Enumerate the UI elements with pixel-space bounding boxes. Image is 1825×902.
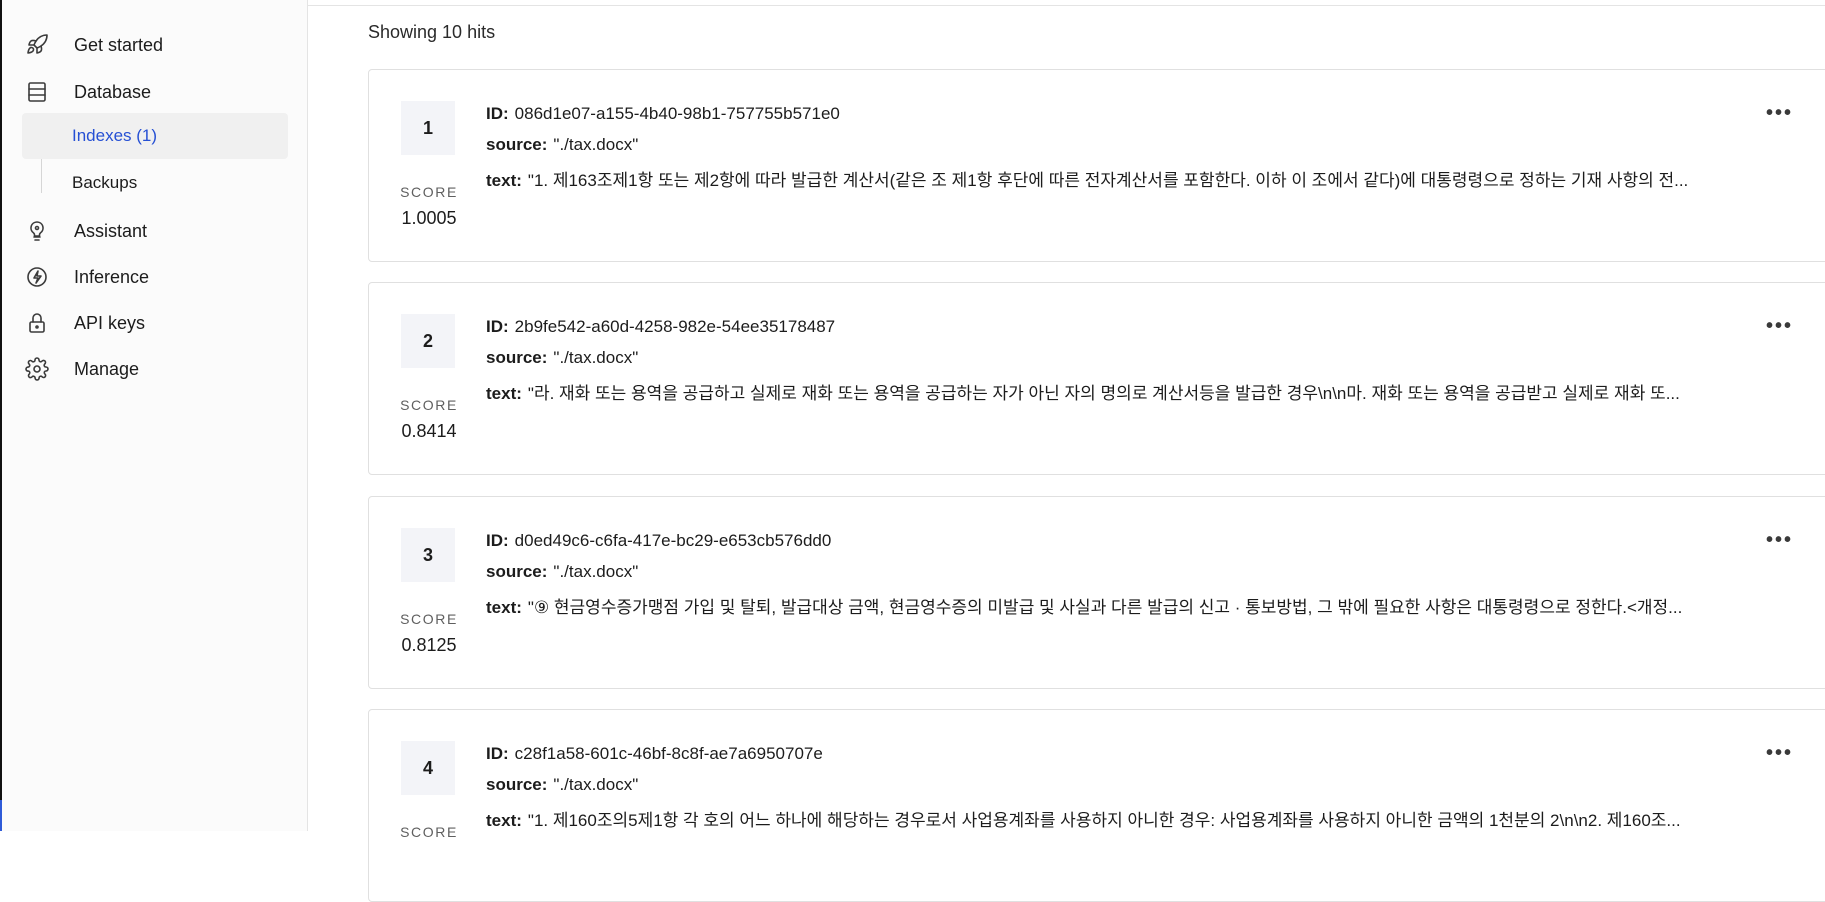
record-id: ID: d0ed49c6-c6fa-417e-bc29-e653cb576dd0 [486,531,831,551]
more-options-icon[interactable]: ••• [1766,530,1793,550]
sidebar-item-label: Assistant [74,220,148,241]
source-value: "./tax.docx" [553,348,639,367]
record-text: text: "1. 제160조의5제1항 각 호의 어느 하나에 해당하는 경우로… [486,806,1681,831]
score-value: 0.8414 [401,421,457,441]
sidebar-item-label: Manage [74,358,140,379]
more-options-icon[interactable]: ••• [1766,743,1793,763]
sidebar-subitem-label: Backups [72,173,138,192]
record-text: text: "라. 재화 또는 용역을 공급하고 실제로 재화 또는 용역을 공급… [486,379,1680,404]
record-text: text: "1. 제163조제1항 또는 제2항에 따라 발급한 계산서(같은 … [486,166,1688,191]
source-value: "./tax.docx" [553,562,639,581]
record-source: source: "./tax.docx" [486,135,638,155]
result-card: 1 SCORE 1.0005 ID: 086d1e07-a155-4b40-98b… [368,69,1825,262]
score-label: SCORE [400,397,458,413]
sidebar-subitem-backups[interactable]: Backups [22,160,288,206]
id-label: ID: [486,317,509,336]
more-options-icon[interactable]: ••• [1766,316,1793,336]
sidebar-subitem-label: Indexes (1) [72,126,158,145]
id-label: ID: [486,104,509,123]
score-label: SCORE [400,824,458,840]
sidebar-item-database[interactable]: Database [24,74,151,110]
score-label: SCORE [400,184,458,200]
sidebar-item-label: Get started [74,34,164,55]
text-value: "라. 재화 또는 용역을 공급하고 실제로 재화 또는 용역을 공급하는 자가… [527,384,1680,403]
rank-badge: 1 [401,101,455,155]
text-label: text: [486,598,522,617]
database-icon [24,79,50,105]
rank-badge: 3 [401,528,455,582]
bolt-icon [24,264,50,290]
source-value: "./tax.docx" [553,135,639,154]
sidebar-item-label: API keys [74,312,146,333]
result-card: 3 SCORE 0.8125 ID: d0ed49c6-c6fa-417e-bc2… [368,496,1825,689]
id-value: 2b9fe542-a60d-4258-982e-54ee35178487 [514,317,836,336]
id-value: 086d1e07-a155-4b40-98b1-757755b571e0 [514,104,840,123]
sidebar-item-get-started[interactable]: Get started [24,27,163,63]
source-label: source: [486,135,548,154]
source-label: source: [486,348,548,367]
id-value: c28f1a58-601c-46bf-8c8f-ae7a6950707e [514,744,823,763]
top-divider [308,0,1825,6]
text-label: text: [486,171,522,190]
id-value: d0ed49c6-c6fa-417e-bc29-e653cb576dd0 [514,531,832,550]
rank-badge: 2 [401,314,455,368]
record-source: source: "./tax.docx" [486,775,638,795]
record-id: ID: c28f1a58-601c-46bf-8c8f-ae7a6950707e [486,744,823,764]
text-value: "1. 제160조의5제1항 각 호의 어느 하나에 해당하는 경우로서 사업용… [527,811,1681,830]
score-label: SCORE [400,611,458,627]
text-value: "1. 제163조제1항 또는 제2항에 따라 발급한 계산서(같은 조 제1항… [527,171,1689,190]
sidebar-item-label: Database [74,81,152,102]
id-label: ID: [486,744,509,763]
record-text: text: "⑨ 현금영수증가맹점 가입 및 탈퇴, 발급대상 금액, 현금영수증… [486,593,1682,618]
record-id: ID: 2b9fe542-a60d-4258-982e-54ee35178487 [486,317,835,337]
result-card: 2 SCORE 0.8414 ID: 2b9fe542-a60d-4258-982… [368,282,1825,475]
sidebar-item-assistant[interactable]: Assistant [24,213,147,249]
result-card: 4 SCORE ID: c28f1a58-601c-46bf-8c8f-ae7a6… [368,709,1825,902]
sidebar: Get started Database Indexes (1) Backups… [2,0,308,831]
sidebar-item-label: Inference [74,266,150,287]
source-label: source: [486,775,548,794]
score-value: 1.0005 [401,208,457,228]
lock-icon [24,310,50,336]
record-source: source: "./tax.docx" [486,348,638,368]
lightbulb-icon [24,218,50,244]
hits-count: Showing 10 hits [368,22,496,42]
sidebar-subitem-indexes[interactable]: Indexes (1) [22,113,288,159]
sidebar-item-api-keys[interactable]: API keys [24,305,145,341]
gear-icon [24,356,50,382]
text-value: "⑨ 현금영수증가맹점 가입 및 탈퇴, 발급대상 금액, 현금영수증의 미발급… [527,598,1683,617]
source-value: "./tax.docx" [553,775,639,794]
rank-badge: 4 [401,741,455,795]
id-label: ID: [486,531,509,550]
text-label: text: [486,811,522,830]
record-id: ID: 086d1e07-a155-4b40-98b1-757755b571e0 [486,104,840,124]
score-value: 0.8125 [401,635,457,655]
text-label: text: [486,384,522,403]
sidebar-item-inference[interactable]: Inference [24,259,149,295]
source-label: source: [486,562,548,581]
record-source: source: "./tax.docx" [486,562,638,582]
sidebar-item-manage[interactable]: Manage [24,351,139,387]
rocket-icon [24,32,50,58]
more-options-icon[interactable]: ••• [1766,103,1793,123]
